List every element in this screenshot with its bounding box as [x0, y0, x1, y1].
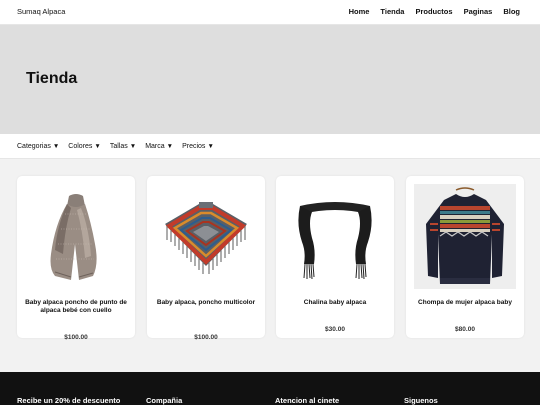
caret-down-icon: ▼	[52, 142, 60, 150]
product-card[interactable]: Chalina baby alpaca $30.00	[276, 176, 394, 338]
filter-marca[interactable]: Marca ▼	[145, 143, 173, 150]
product-grid: Baby alpaca poncho de punto de alpaca be…	[0, 159, 540, 372]
product-price: $100.00	[64, 334, 88, 341]
filter-label: Categorias	[17, 142, 51, 150]
product-price: $100.00	[194, 334, 218, 341]
caret-down-icon: ▼	[129, 142, 137, 150]
product-price: $80.00	[455, 326, 475, 333]
footer-heading-discount: Recibe un 20% de descuento	[17, 396, 121, 405]
menu-item-paginas[interactable]: Paginas	[464, 7, 493, 16]
caret-down-icon: ▼	[94, 142, 101, 150]
product-name[interactable]: Chompa de mujer alpaca baby	[412, 299, 518, 307]
menu-item-tienda[interactable]: Tienda	[380, 7, 404, 16]
filter-colores[interactable]: Colores ▼	[68, 143, 101, 150]
menu-item-productos[interactable]: Productos	[415, 7, 452, 16]
footer-heading-follow: Siguenos	[404, 396, 438, 405]
caret-down-icon: ▼	[207, 142, 214, 150]
product-card[interactable]: Baby alpaca, poncho multicolor $100.00	[147, 176, 265, 341]
filter-bar: Categorias ▼ Colores ▼ Tallas ▼ Marca ▼ Prec…	[0, 134, 540, 159]
striped-poncho-icon	[165, 202, 247, 274]
scarf-icon	[298, 202, 372, 280]
caret-down-icon: ▼	[166, 142, 174, 150]
product-name[interactable]: Baby alpaca, poncho multicolor	[153, 299, 259, 307]
product-name[interactable]: Baby alpaca poncho de punto de alpaca be…	[23, 299, 129, 315]
filter-categorias[interactable]: Categorias ▼	[17, 143, 59, 150]
filter-label: Colores	[68, 142, 93, 150]
product-card[interactable]: Chompa de mujer alpaca baby $80.00	[406, 176, 524, 338]
filter-label: Tallas	[109, 142, 128, 150]
filter-tallas[interactable]: Tallas ▼	[110, 143, 136, 150]
menu-item-blog[interactable]: Blog	[503, 7, 520, 16]
product-price: $30.00	[325, 326, 345, 333]
footer-heading-support: Atencion al cinete	[275, 396, 340, 405]
filter-precios[interactable]: Precios ▼	[182, 143, 214, 150]
sweater-icon	[414, 184, 516, 289]
footer-heading-company: Compañia	[146, 396, 183, 405]
menu-item-home[interactable]: Home	[349, 7, 370, 16]
site-footer: Recibe un 20% de descuento Compañia Aten…	[0, 372, 540, 405]
main-menu: Home Tienda Productos Paginas Blog	[349, 7, 520, 16]
page-title: Tienda	[26, 70, 78, 87]
top-navigation: Sumaq Alpaca Home Tienda Productos Pagin…	[0, 0, 540, 25]
product-name[interactable]: Chalina baby alpaca	[282, 299, 388, 307]
hero-banner: Tienda	[0, 25, 540, 134]
poncho-cowl-icon	[50, 194, 97, 280]
filter-label: Precios	[182, 142, 206, 150]
brand-logo[interactable]: Sumaq Alpaca	[17, 7, 65, 16]
product-card[interactable]: Baby alpaca poncho de punto de alpaca be…	[17, 176, 135, 341]
filter-label: Marca	[145, 142, 165, 150]
